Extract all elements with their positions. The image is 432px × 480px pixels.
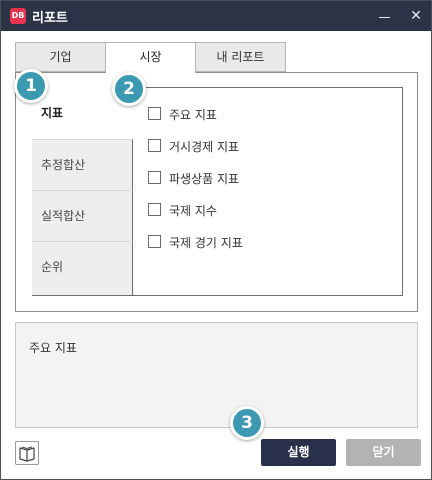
category-item-ranking[interactable]: 순위: [32, 241, 133, 296]
checkbox[interactable]: [148, 171, 161, 184]
category-item-estimate-sum[interactable]: 추정합산: [32, 139, 133, 190]
description-panel: 주요 지표: [15, 322, 418, 428]
step-badge-2: 2: [112, 72, 146, 106]
checkbox[interactable]: [148, 203, 161, 216]
close-button[interactable]: 닫기: [346, 439, 421, 466]
checkbox[interactable]: [148, 235, 161, 248]
run-button[interactable]: 실행: [261, 439, 336, 466]
option-label: 국제 경기 지표: [169, 236, 243, 250]
checkbox[interactable]: [148, 139, 161, 152]
title-bar[interactable]: DB 리포트 ✕: [1, 1, 431, 31]
report-window: DB 리포트 ✕ 기업 시장 내 리포트 지표 추정합산 실적합산 순위 주요 …: [0, 0, 432, 480]
option-label: 거시경제 지표: [169, 140, 240, 154]
close-window-button[interactable]: ✕: [406, 6, 426, 26]
book-icon: [19, 446, 35, 462]
tab-market[interactable]: 시장: [105, 42, 196, 73]
category-item-actual-sum[interactable]: 실적합산: [32, 190, 133, 241]
option-label: 주요 지표: [169, 108, 217, 122]
step-badge-3: 3: [230, 406, 264, 440]
option-label: 국제 지수: [169, 204, 217, 218]
description-text: 주요 지표: [29, 341, 77, 355]
help-button[interactable]: [15, 441, 39, 465]
category-list: 지표 추정합산 실적합산 순위: [32, 87, 133, 296]
step-badge-1: 1: [14, 69, 48, 103]
checkbox[interactable]: [148, 107, 161, 120]
option-label: 파생상품 지표: [169, 172, 240, 186]
window-title: 리포트: [32, 11, 68, 26]
minimize-button[interactable]: [375, 6, 395, 26]
tab-company[interactable]: 기업: [15, 42, 106, 72]
app-logo-icon: DB: [10, 8, 26, 24]
tab-my-report[interactable]: 내 리포트: [195, 42, 286, 72]
